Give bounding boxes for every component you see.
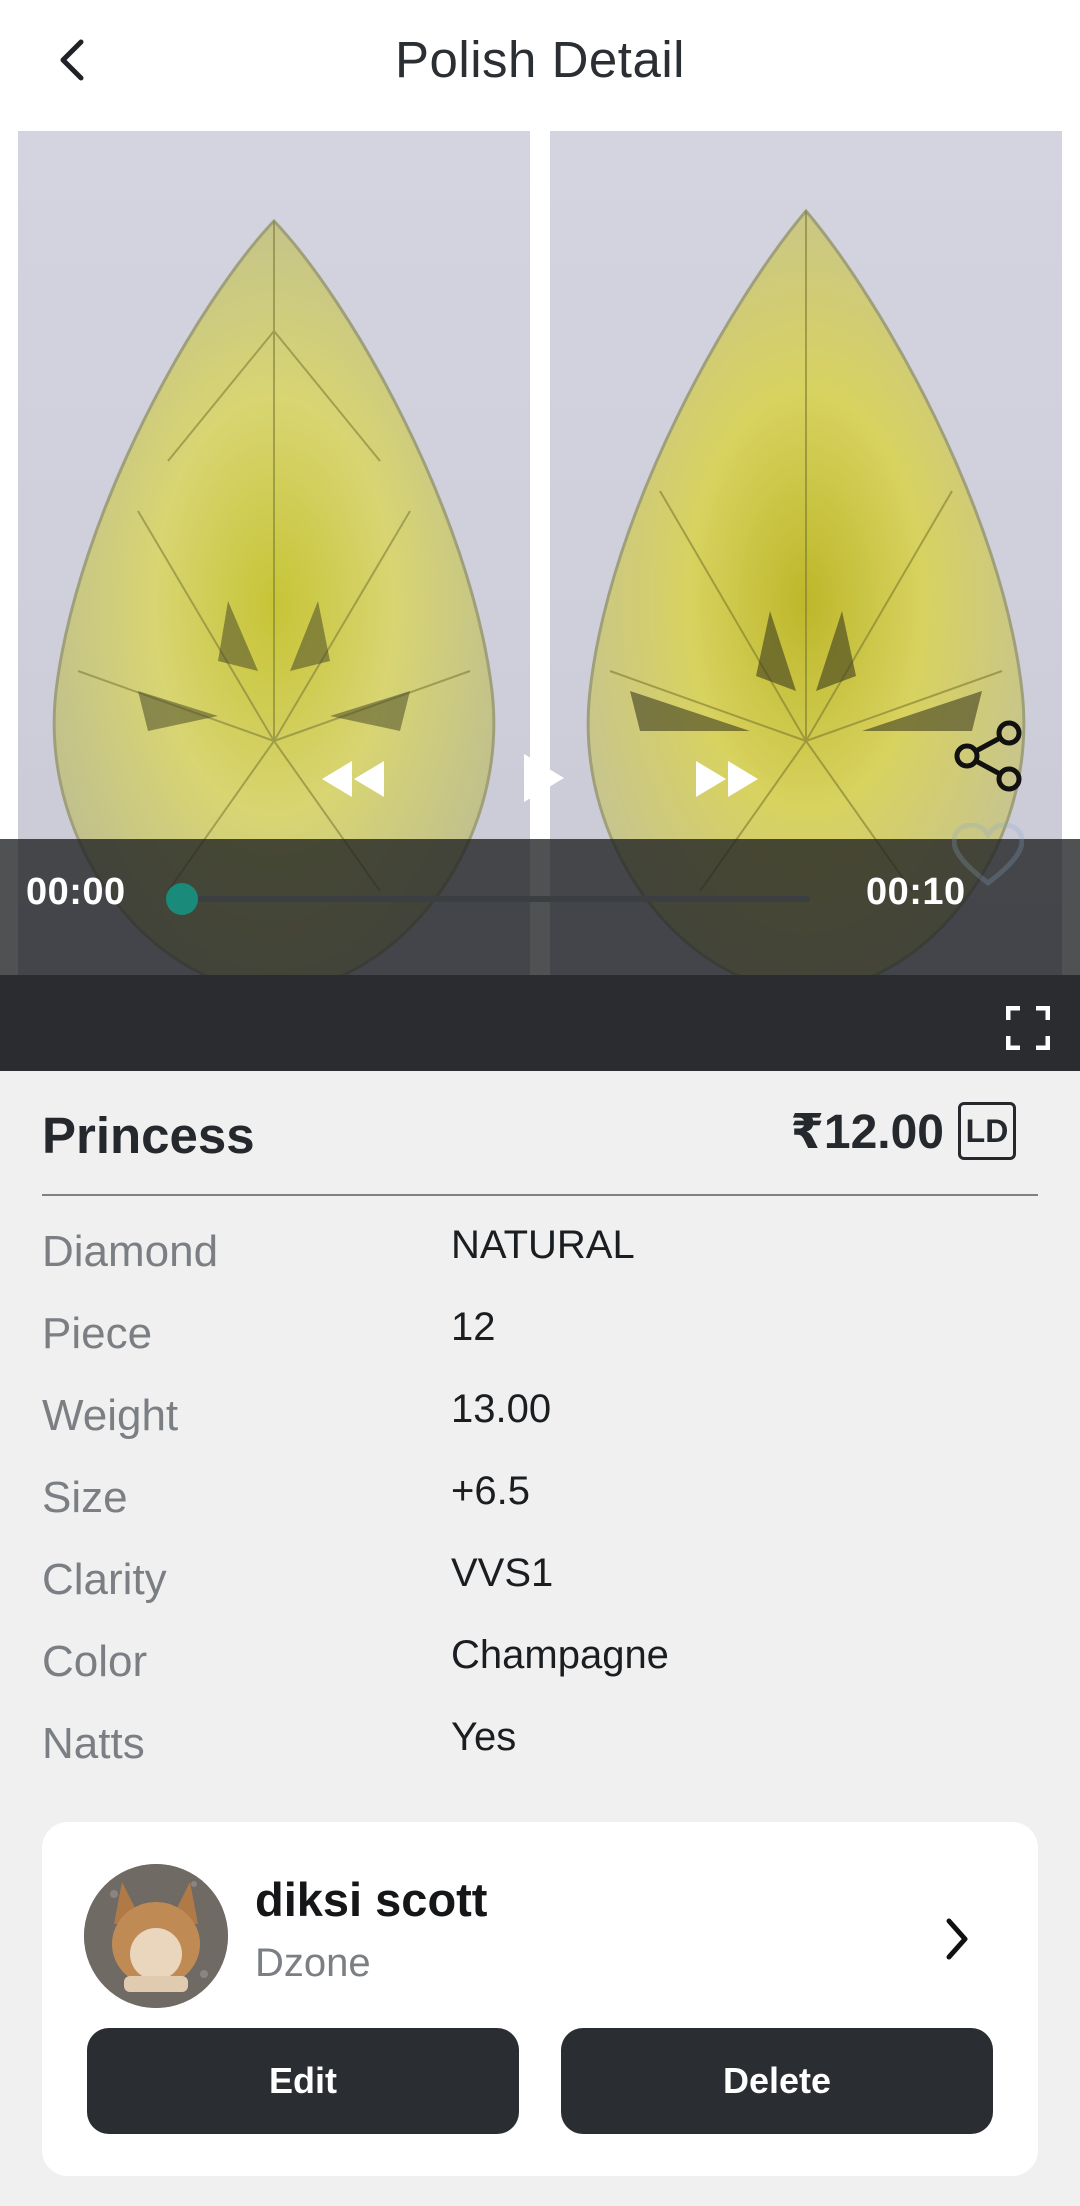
seller-company: Dzone xyxy=(255,1941,371,1985)
spec-label: Piece xyxy=(42,1309,153,1358)
spec-label: Clarity xyxy=(42,1555,167,1604)
page-title: Polish Detail xyxy=(395,30,685,88)
item-price: ₹12.00 xyxy=(790,1106,944,1159)
spec-value: Champagne xyxy=(451,1633,669,1677)
spec-row-piece: Piece 12 xyxy=(42,1305,1038,1369)
spec-label: Diamond xyxy=(42,1227,219,1276)
item-summary: Princess ₹12.00 LD xyxy=(42,1100,1038,1170)
spec-label: Color xyxy=(42,1637,148,1686)
spec-label: Weight xyxy=(42,1391,179,1440)
fullscreen-icon xyxy=(1006,1006,1050,1050)
spec-label: Natts xyxy=(42,1719,145,1768)
fast-forward-button[interactable] xyxy=(692,754,762,804)
fullscreen-button[interactable] xyxy=(1000,1000,1056,1056)
spec-value: 13.00 xyxy=(451,1387,552,1431)
spec-row-size: Size +6.5 xyxy=(42,1469,1038,1533)
chevron-right-icon xyxy=(946,1918,968,1960)
video-player[interactable] xyxy=(0,131,1080,1071)
spec-row-clarity: Clarity VVS1 xyxy=(42,1551,1038,1615)
rewind-button[interactable] xyxy=(318,754,388,804)
spec-row-weight: Weight 13.00 xyxy=(42,1387,1038,1451)
share-button[interactable] xyxy=(948,716,1028,796)
share-icon xyxy=(954,720,1022,792)
spec-row-color: Color Champagne xyxy=(42,1633,1038,1697)
spec-value: NATURAL xyxy=(451,1223,635,1267)
progress-track[interactable] xyxy=(180,896,810,902)
spec-value: VVS1 xyxy=(451,1551,554,1595)
spec-value: Yes xyxy=(451,1715,517,1759)
delete-button[interactable]: Delete xyxy=(561,2028,993,2134)
avatar[interactable] xyxy=(84,1864,228,2008)
rewind-icon xyxy=(322,761,384,797)
play-icon xyxy=(524,754,564,802)
edit-button[interactable]: Edit xyxy=(87,2028,519,2134)
play-button[interactable] xyxy=(516,746,572,810)
ld-badge: LD xyxy=(958,1102,1016,1160)
spec-value: 12 xyxy=(451,1305,496,1349)
seller-name: diksi scott xyxy=(255,1873,488,1926)
item-name: Princess xyxy=(42,1107,255,1164)
app-header: Polish Detail xyxy=(0,0,1080,131)
app-screen: Polish Detail 00:00 00:10 Princess ₹12.0… xyxy=(0,0,1080,2206)
spec-value: +6.5 xyxy=(451,1469,530,1513)
divider xyxy=(42,1194,1038,1196)
spec-row-natts: Natts Yes xyxy=(42,1715,1038,1779)
fast-forward-icon xyxy=(696,761,758,797)
seller-card: diksi scott Dzone Edit Delete xyxy=(42,1822,1038,2176)
seller-details-button[interactable] xyxy=(932,1904,982,1974)
current-time: 00:00 xyxy=(26,871,126,913)
spec-row-diamond: Diamond NATURAL xyxy=(42,1223,1038,1287)
duration-time: 00:10 xyxy=(866,871,966,913)
progress-thumb[interactable] xyxy=(166,883,198,915)
spec-label: Size xyxy=(42,1473,128,1522)
player-timeline-bar xyxy=(0,975,1080,1071)
